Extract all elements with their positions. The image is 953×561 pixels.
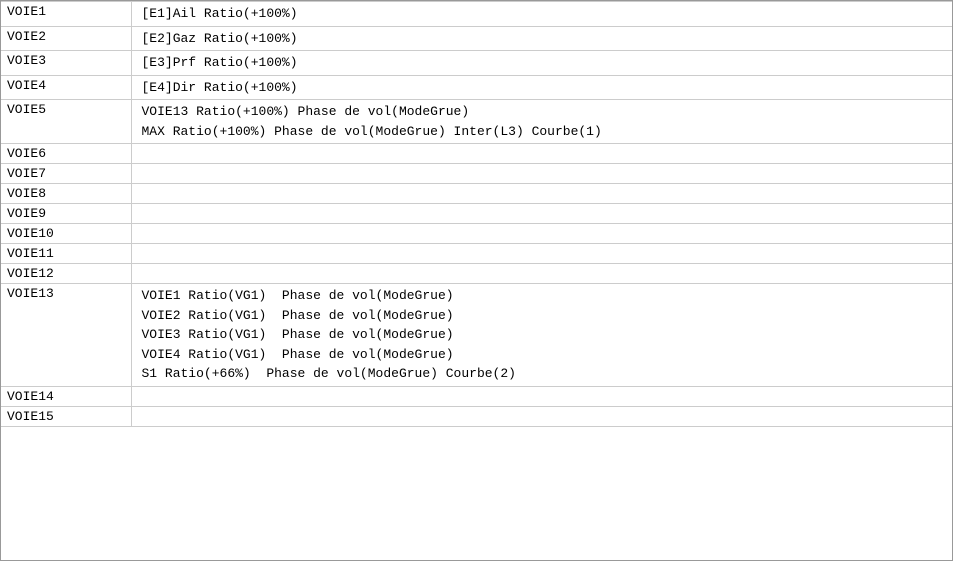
content-line: [E1]Ail Ratio(+100%)	[142, 4, 947, 24]
voie-content	[131, 164, 952, 184]
voie-label: VOIE12	[1, 264, 131, 284]
table-row: VOIE5 VOIE13 Ratio(+100%) Phase de vol(Mo…	[1, 100, 952, 144]
voie-content	[131, 224, 952, 244]
voie-content	[131, 386, 952, 406]
table-row: VOIE10	[1, 224, 952, 244]
table-row: VOIE4 [E4]Dir Ratio(+100%)	[1, 75, 952, 100]
voie-content	[131, 184, 952, 204]
voie-content	[131, 204, 952, 224]
voie-label: VOIE4	[1, 75, 131, 100]
voie-label: VOIE9	[1, 204, 131, 224]
table-row: VOIE1 [E1]Ail Ratio(+100%)	[1, 2, 952, 27]
voie-label: VOIE14	[1, 386, 131, 406]
content-line: VOIE4 Ratio(VG1) Phase de vol(ModeGrue)	[142, 345, 947, 365]
voie-label: VOIE1	[1, 2, 131, 27]
table-row: VOIE7	[1, 164, 952, 184]
voie-label: VOIE13	[1, 284, 131, 387]
table-row: VOIE15	[1, 406, 952, 426]
voie-content	[131, 144, 952, 164]
voie-content	[131, 406, 952, 426]
voie-label: VOIE5	[1, 100, 131, 144]
table-row: VOIE2 [E2]Gaz Ratio(+100%)	[1, 26, 952, 51]
voie-label: VOIE3	[1, 51, 131, 76]
voie-label: VOIE8	[1, 184, 131, 204]
table-row: VOIE3 [E3]Prf Ratio(+100%)	[1, 51, 952, 76]
voie-content: [E2]Gaz Ratio(+100%)	[131, 26, 952, 51]
content-line: VOIE13 Ratio(+100%) Phase de vol(ModeGru…	[142, 102, 947, 122]
table-row: VOIE14	[1, 386, 952, 406]
table-row: VOIE6	[1, 144, 952, 164]
content-line: VOIE1 Ratio(VG1) Phase de vol(ModeGrue)	[142, 286, 947, 306]
content-line: [E2]Gaz Ratio(+100%)	[142, 29, 947, 49]
content-line: [E4]Dir Ratio(+100%)	[142, 78, 947, 98]
voie-table: VOIE1 [E1]Ail Ratio(+100%) VOIE2 [E2]Gaz Ra…	[1, 1, 952, 427]
table-row: VOIE12	[1, 264, 952, 284]
voie-content	[131, 244, 952, 264]
voie-label: VOIE7	[1, 164, 131, 184]
table-row: VOIE9	[1, 204, 952, 224]
content-line: S1 Ratio(+66%) Phase de vol(ModeGrue) Co…	[142, 364, 947, 384]
table-row: VOIE8	[1, 184, 952, 204]
content-line: [E3]Prf Ratio(+100%)	[142, 53, 947, 73]
voie-label: VOIE15	[1, 406, 131, 426]
voie-label: VOIE2	[1, 26, 131, 51]
voie-content: VOIE1 Ratio(VG1) Phase de vol(ModeGrue)V…	[131, 284, 952, 387]
voie-content: [E4]Dir Ratio(+100%)	[131, 75, 952, 100]
voie-content: [E3]Prf Ratio(+100%)	[131, 51, 952, 76]
voie-content: VOIE13 Ratio(+100%) Phase de vol(ModeGru…	[131, 100, 952, 144]
voie-content: [E1]Ail Ratio(+100%)	[131, 2, 952, 27]
voie-content	[131, 264, 952, 284]
content-line: VOIE3 Ratio(VG1) Phase de vol(ModeGrue)	[142, 325, 947, 345]
voie-label: VOIE11	[1, 244, 131, 264]
content-line: MAX Ratio(+100%) Phase de vol(ModeGrue) …	[142, 122, 947, 142]
voie-label: VOIE10	[1, 224, 131, 244]
main-container: VOIE1 [E1]Ail Ratio(+100%) VOIE2 [E2]Gaz Ra…	[0, 0, 953, 561]
content-line: VOIE2 Ratio(VG1) Phase de vol(ModeGrue)	[142, 306, 947, 326]
voie-label: VOIE6	[1, 144, 131, 164]
table-row: VOIE13VOIE1 Ratio(VG1) Phase de vol(Mode…	[1, 284, 952, 387]
table-row: VOIE11	[1, 244, 952, 264]
